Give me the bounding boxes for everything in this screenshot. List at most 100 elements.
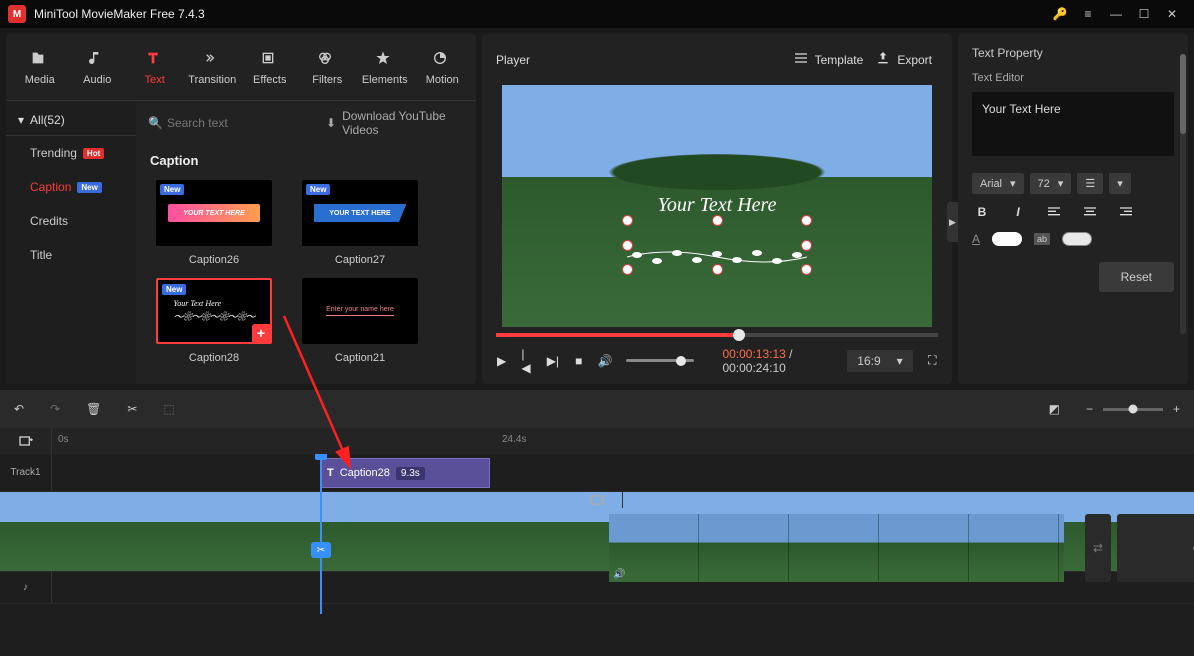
new-badge: New [306, 184, 330, 195]
thumbnail[interactable]: NewYOUR TEXT HERE [156, 180, 272, 246]
close-button[interactable]: ✕ [1158, 0, 1186, 28]
motion-icon [432, 50, 452, 70]
property-scrollbar[interactable] [1180, 54, 1186, 334]
marker-icon[interactable]: ◩ [1049, 402, 1060, 416]
category-credits[interactable]: Credits [6, 204, 136, 238]
tab-effects[interactable]: Effects [242, 42, 298, 94]
gallery-item-caption27[interactable]: NewYOUR TEXT HERECaption27 [302, 180, 418, 266]
next-frame-button[interactable]: ▶| [547, 354, 559, 368]
add-track-button[interactable] [0, 428, 52, 454]
expand-panel-button[interactable]: ▶ [947, 202, 958, 242]
video-preview[interactable]: Your Text Here [502, 85, 932, 327]
template-button[interactable]: Template [787, 46, 870, 73]
tab-label: Audio [83, 74, 111, 86]
template-label: Template [815, 53, 864, 67]
zoom-slider[interactable] [1103, 408, 1163, 411]
tab-audio[interactable]: Audio [70, 42, 126, 94]
bold-button[interactable]: B [972, 204, 992, 220]
gallery-item-caption28[interactable]: NewYour Text Here〜❀〜❀〜❀〜❀〜+ Caption28 [156, 278, 272, 364]
playhead[interactable]: ✂ [320, 454, 322, 614]
stop-button[interactable]: ■ [573, 354, 584, 368]
align-left-button[interactable] [1044, 204, 1064, 220]
font-family-select[interactable]: Arial▾ [972, 173, 1024, 194]
app-logo-icon: M [8, 5, 26, 23]
fullscreen-button[interactable]: ⛶ [927, 353, 938, 368]
player-panel: Player Template Export [482, 34, 952, 384]
gallery-item-caption26[interactable]: NewYOUR TEXT HERECaption26 [156, 180, 272, 266]
export-button[interactable]: Export [869, 46, 938, 73]
tab-transition[interactable]: Transition [185, 42, 241, 94]
transition-icon [202, 50, 222, 70]
category-title[interactable]: Title [6, 238, 136, 272]
text-color-icon: A [972, 232, 980, 246]
tab-motion[interactable]: Motion [415, 42, 471, 94]
tab-filters[interactable]: Filters [300, 42, 356, 94]
search-placeholder: Search text [167, 116, 228, 130]
undo-button[interactable]: ↶ [14, 402, 24, 416]
minimize-button[interactable]: — [1102, 0, 1130, 28]
delete-button[interactable]: 🗑 [86, 402, 101, 416]
text-icon: T [327, 467, 334, 479]
italic-button[interactable]: I [1008, 204, 1028, 220]
category-label: Credits [30, 214, 68, 228]
font-size-select[interactable]: 72▾ [1030, 173, 1072, 194]
tab-elements[interactable]: Elements [357, 42, 413, 94]
new-badge: New [77, 182, 101, 193]
preview-text-overlay[interactable]: Your Text Here [658, 194, 777, 217]
align-center-button[interactable] [1080, 204, 1100, 220]
category-label: Trending [30, 146, 77, 160]
thumbnail[interactable]: Enter your name here [302, 278, 418, 344]
download-youtube-button[interactable]: ⬇ Download YouTube Videos [326, 109, 464, 137]
bg-color-swatch[interactable] [1062, 232, 1092, 246]
category-all-label: All(52) [30, 113, 65, 127]
text-editor-label: Text Editor [972, 72, 1174, 84]
item-label: Caption28 [189, 352, 239, 364]
ruler-tick: 0s [58, 434, 69, 445]
add-button[interactable]: + [252, 324, 270, 342]
gallery-item-caption21[interactable]: Enter your name here Caption21 [302, 278, 418, 364]
hot-badge: Hot [83, 148, 104, 159]
align-right-button[interactable] [1116, 204, 1136, 220]
category-all[interactable]: ▾ All(52) [6, 105, 136, 136]
reset-button[interactable]: Reset [1099, 262, 1174, 292]
prev-frame-button[interactable]: |◀ [521, 347, 532, 375]
category-caption[interactable]: CaptionNew [6, 170, 136, 204]
zoom-out-button[interactable]: − [1086, 402, 1093, 416]
text-color-swatch[interactable] [992, 232, 1022, 246]
thumbnail[interactable]: NewYOUR TEXT HERE [302, 180, 418, 246]
thumbnail[interactable]: NewYour Text Here〜❀〜❀〜❀〜❀〜+ [156, 278, 272, 344]
playhead-split-icon[interactable]: ✂ [311, 542, 331, 558]
item-label: Caption21 [335, 352, 385, 364]
tab-label: Motion [426, 74, 459, 86]
line-spacing-icon: ☰ [1085, 177, 1095, 190]
search-input[interactable]: 🔍 Search text [148, 116, 318, 130]
maximize-button[interactable]: ☐ [1130, 0, 1158, 28]
tab-text[interactable]: Text [127, 42, 183, 94]
play-button[interactable]: ▶ [496, 354, 507, 368]
time-ruler[interactable]: 0s24.4s [52, 428, 1194, 454]
more-options-button[interactable]: ▾ [1109, 173, 1131, 194]
license-key-icon[interactable]: 🔑 [1046, 0, 1074, 28]
chevron-down-icon: ▾ [897, 354, 903, 368]
text-content-input[interactable] [972, 92, 1174, 156]
seek-bar[interactable] [496, 333, 938, 337]
tab-media[interactable]: Media [12, 42, 68, 94]
main-toolbar: Media Audio TextTransitionEffects Filters El… [6, 34, 476, 100]
text-clip[interactable]: TCaption289.3s [320, 458, 490, 488]
crop-button[interactable]: ⬚ [163, 402, 174, 416]
bg-color-icon: ab [1034, 233, 1050, 245]
aspect-ratio-select[interactable]: 16:9▾ [847, 350, 912, 372]
line-spacing-button[interactable]: ☰ [1077, 173, 1103, 194]
redo-button[interactable]: ↷ [50, 402, 60, 416]
volume-icon[interactable]: 🔊 [598, 354, 612, 368]
effects-icon [260, 50, 280, 70]
clip-label: Caption28 [340, 467, 390, 479]
split-button[interactable]: ✂ [127, 402, 137, 416]
tab-label: Filters [312, 74, 342, 86]
category-sidebar: ▾ All(52) Trending Hot CaptionNew Credits Ti… [6, 101, 136, 384]
audio-track-icon: ♪ [0, 572, 52, 603]
volume-slider[interactable] [626, 359, 694, 362]
menu-icon[interactable]: ≡ [1074, 0, 1102, 28]
category-trending[interactable]: Trending Hot [6, 136, 136, 170]
zoom-in-button[interactable]: + [1173, 402, 1180, 416]
